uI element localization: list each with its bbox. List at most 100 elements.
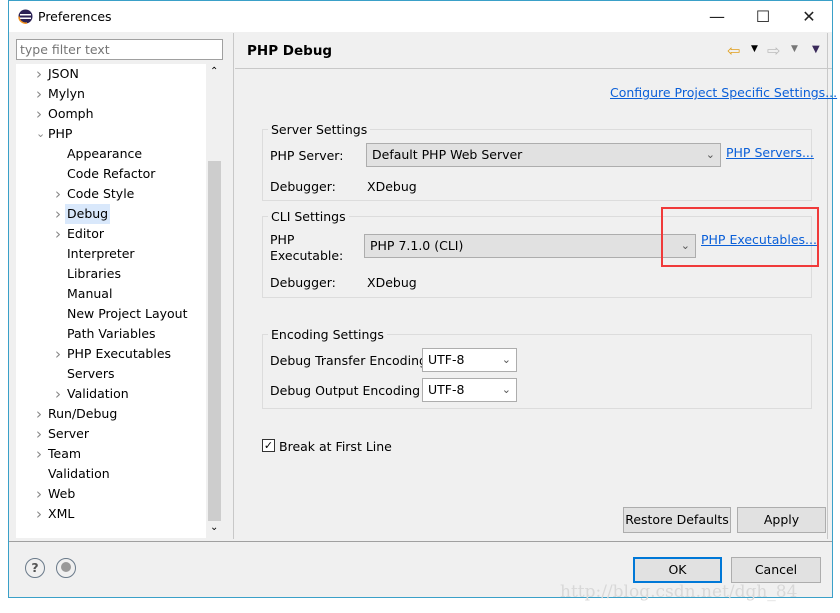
filter-input[interactable] — [16, 39, 223, 60]
highlight-box — [661, 207, 819, 267]
tree-item-label: Team — [48, 446, 82, 461]
expand-icon[interactable]: › — [36, 484, 46, 504]
debugger-label: Debugger: — [270, 275, 336, 290]
php-servers-link[interactable]: PHP Servers... — [726, 145, 814, 160]
expand-icon[interactable]: › — [55, 384, 65, 404]
title-bar: Preferences — ☐ ✕ — [9, 1, 832, 32]
tree-item[interactable]: › Code Style — [16, 184, 206, 204]
expand-icon[interactable]: › — [36, 84, 46, 104]
expand-icon[interactable]: › — [36, 424, 46, 444]
tree-item[interactable]: › Debug — [16, 204, 206, 224]
tree-item[interactable]: › Editor — [16, 224, 206, 244]
ok-button[interactable]: OK — [633, 557, 722, 583]
collapse-icon[interactable]: ⌄ — [36, 124, 46, 144]
record-icon[interactable] — [56, 558, 76, 578]
forward-menu-icon[interactable]: ▼ — [791, 44, 798, 54]
scroll-up-icon[interactable]: ⌃ — [210, 66, 218, 77]
tree-item-label: Validation — [67, 386, 129, 401]
divider[interactable] — [233, 33, 234, 539]
tree-item[interactable]: › Team — [16, 444, 206, 464]
expand-icon[interactable]: › — [36, 64, 46, 84]
expand-icon[interactable]: › — [55, 344, 65, 364]
tree-item-label: Code Refactor — [67, 166, 156, 181]
debugger-value: XDebug — [367, 275, 417, 290]
tree-item[interactable]: Appearance — [16, 144, 206, 164]
tree-item-label: New Project Layout — [67, 306, 188, 321]
select-value: UTF-8 — [428, 382, 465, 397]
tree-item-label: Validation — [48, 466, 110, 481]
expand-icon[interactable]: › — [36, 104, 46, 124]
back-arrow-icon[interactable]: ⇦ — [727, 41, 740, 60]
output-encoding-select[interactable]: UTF-8 ⌄ — [422, 378, 517, 402]
tree-item[interactable]: › JSON — [16, 64, 206, 84]
break-first-line-checkbox[interactable]: ✓ — [262, 439, 275, 452]
tree-item-label: Run/Debug — [48, 406, 118, 421]
configure-project-settings-link[interactable]: Configure Project Specific Settings... — [610, 85, 837, 100]
expand-icon[interactable]: › — [55, 224, 65, 244]
tree-item-label: Debug — [65, 204, 111, 224]
watermark: http://blog.csdn.net/dgh_84 — [560, 582, 798, 602]
tree-item[interactable]: › XML — [16, 504, 206, 524]
tree-item-label: Oomph — [48, 106, 94, 121]
window-title: Preferences — [38, 9, 112, 24]
tree-item[interactable]: Interpreter — [16, 244, 206, 264]
group-legend: Encoding Settings — [268, 327, 387, 342]
tree-item-label: Path Variables — [67, 326, 156, 341]
tree-item[interactable]: Libraries — [16, 264, 206, 284]
help-icon[interactable]: ? — [25, 558, 45, 578]
tree-item[interactable]: New Project Layout — [16, 304, 206, 324]
view-menu-icon[interactable]: ▼ — [812, 44, 820, 55]
chevron-down-icon: ⌄ — [501, 353, 511, 366]
scroll-down-icon[interactable]: ⌄ — [210, 522, 218, 533]
expand-icon[interactable]: › — [36, 504, 46, 524]
expand-icon[interactable]: › — [55, 184, 65, 204]
close-button[interactable]: ✕ — [786, 1, 832, 32]
tree-item[interactable]: ⌄ PHP — [16, 124, 206, 144]
cancel-button[interactable]: Cancel — [731, 557, 821, 583]
tree-item[interactable]: Code Refactor — [16, 164, 206, 184]
minimize-button[interactable]: — — [694, 1, 740, 32]
select-value: UTF-8 — [428, 352, 465, 367]
tree-item-label: PHP — [48, 126, 73, 141]
page-title: PHP Debug — [247, 43, 333, 59]
group-legend: Server Settings — [268, 122, 371, 137]
tree-item[interactable]: › PHP Executables — [16, 344, 206, 364]
debugger-label: Debugger: — [270, 179, 336, 194]
separator — [9, 541, 832, 542]
tree-item[interactable]: › Run/Debug — [16, 404, 206, 424]
restore-defaults-button[interactable]: Restore Defaults — [623, 507, 731, 533]
tree-item[interactable]: › Validation — [16, 384, 206, 404]
tree-item-label: Editor — [67, 226, 104, 241]
tree-item[interactable]: Servers — [16, 364, 206, 384]
tree-item[interactable]: › Web — [16, 484, 206, 504]
transfer-encoding-select[interactable]: UTF-8 ⌄ — [422, 348, 517, 372]
tree-item-label: Code Style — [67, 186, 135, 201]
php-executable-label: Executable: — [270, 248, 344, 263]
maximize-button[interactable]: ☐ — [740, 1, 786, 32]
tree-item[interactable]: Manual — [16, 284, 206, 304]
select-value: PHP 7.1.0 (CLI) — [370, 238, 464, 253]
separator — [235, 68, 832, 69]
expand-icon[interactable]: › — [36, 444, 46, 464]
output-encoding-label: Debug Output Encoding — [270, 383, 421, 398]
tree-item[interactable]: Validation — [16, 464, 206, 484]
expand-icon[interactable]: › — [36, 404, 46, 424]
tree-item-label: Appearance — [67, 146, 143, 161]
php-server-select[interactable]: Default PHP Web Server ⌄ — [366, 143, 721, 167]
apply-button[interactable]: Apply — [737, 507, 826, 533]
scroll-thumb[interactable] — [208, 161, 221, 521]
tree-item[interactable]: › Server — [16, 424, 206, 444]
group-legend: CLI Settings — [268, 209, 349, 224]
expand-icon[interactable]: › — [55, 204, 65, 224]
php-executable-select[interactable]: PHP 7.1.0 (CLI) ⌄ — [364, 234, 696, 258]
tree-item[interactable]: Path Variables — [16, 324, 206, 344]
forward-arrow-icon[interactable]: ⇨ — [767, 41, 780, 60]
tree-item[interactable]: › Oomph — [16, 104, 206, 124]
transfer-encoding-label: Debug Transfer Encoding — [270, 353, 427, 368]
eclipse-logo-icon — [18, 9, 33, 24]
back-menu-icon[interactable]: ▼ — [751, 44, 758, 54]
break-first-line-label: Break at First Line — [279, 439, 392, 454]
tree-item[interactable]: › Mylyn — [16, 84, 206, 104]
preferences-tree: › JSON › Mylyn › Oomph ⌄ PHP Appearance Code Refa… — [16, 64, 223, 538]
tree-item-label: Web — [48, 486, 76, 501]
